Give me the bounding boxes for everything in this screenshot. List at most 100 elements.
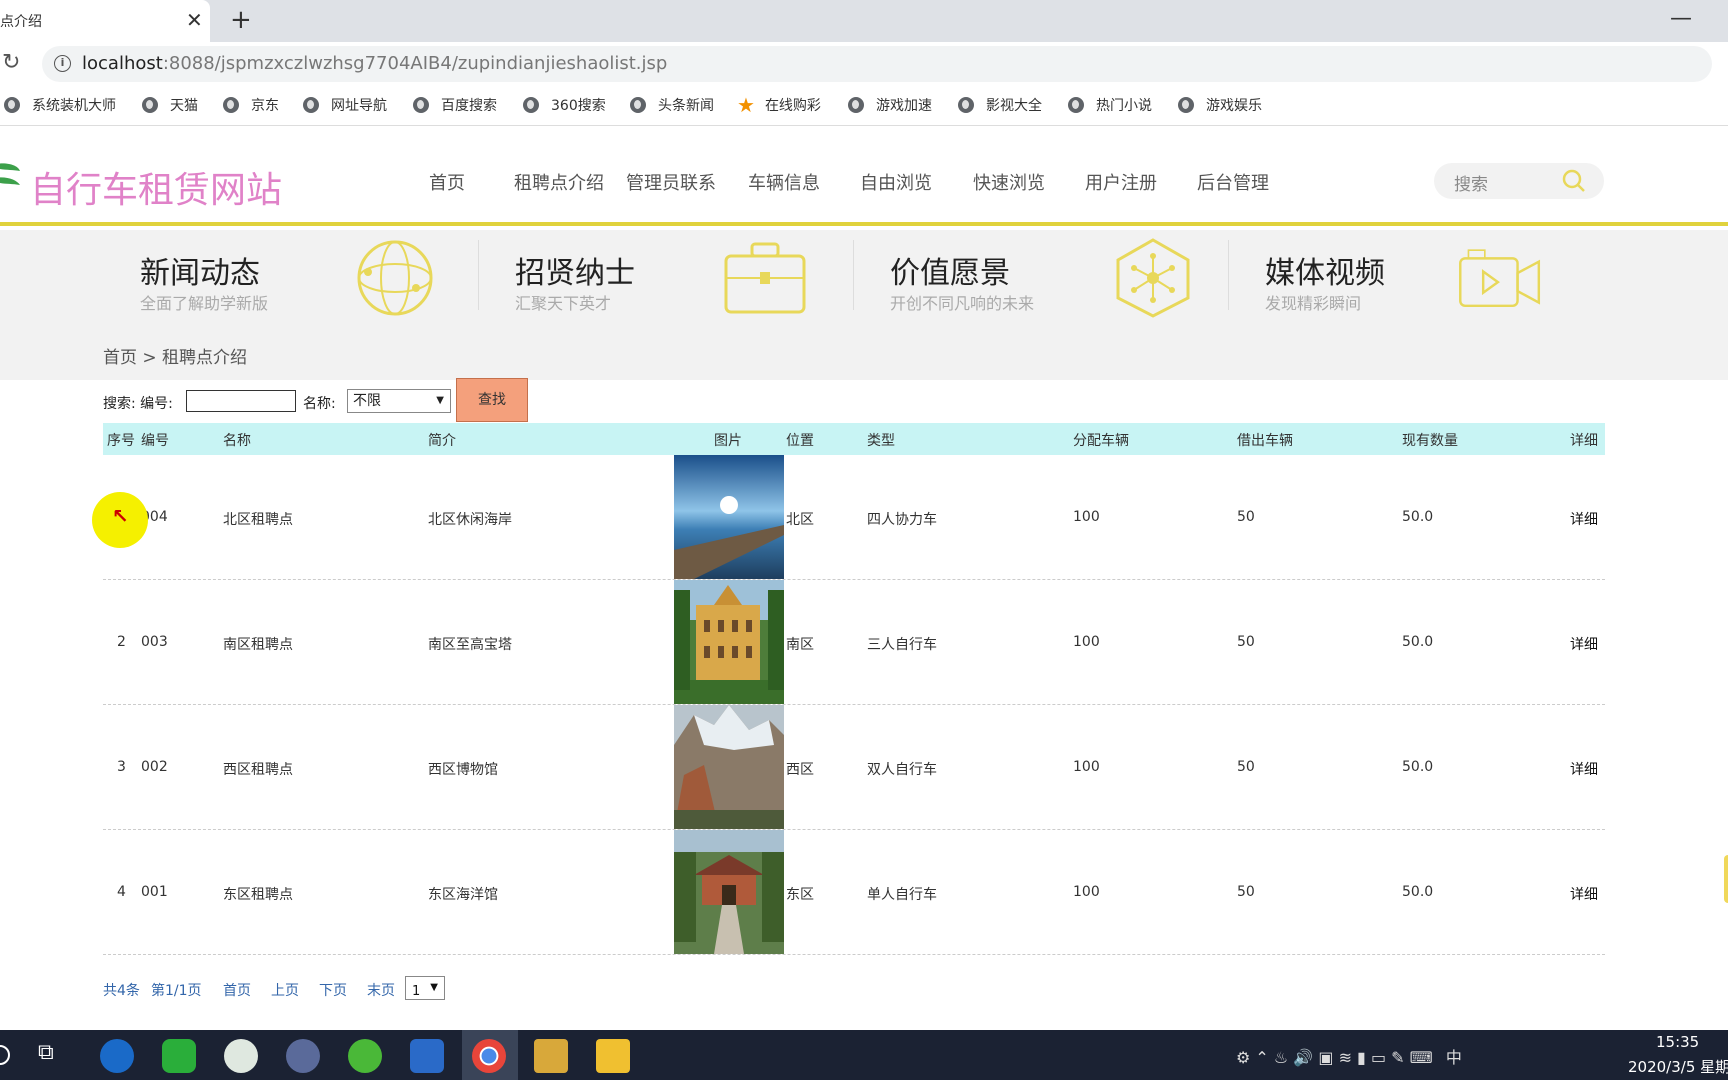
- feature-subtitle: 发现精彩瞬间: [1265, 294, 1362, 313]
- app-icon[interactable]: [286, 1039, 320, 1073]
- pager-prev[interactable]: 上页: [271, 980, 299, 1000]
- feature-vision[interactable]: 价值愿景 开创不同凡响的未来: [890, 238, 1250, 323]
- bookmark-item[interactable]: 头条新闻: [630, 95, 714, 115]
- table-row: 2 003 南区租聘点 南区至高宝塔 南区 三人自行车 100 50 50.0 …: [103, 580, 1605, 705]
- clock-time[interactable]: 15:35: [1656, 1033, 1699, 1051]
- bookmark-item[interactable]: 天猫: [142, 95, 198, 115]
- system-tray: ⚙ ⌃ ♨ 🔊 ▣ ≋ ▮ ▭ ✎ ⌨ 中: [1236, 1044, 1462, 1068]
- divider: [853, 240, 854, 310]
- cell-available: 50.0: [1402, 509, 1434, 525]
- rental-point-image: [674, 580, 784, 704]
- app-icon[interactable]: [348, 1039, 382, 1073]
- tools-icon[interactable]: [534, 1039, 568, 1073]
- table-row: 1 004 北区租聘点 北区休闲海岸 北区 四人协力车 100 50 50.0 …: [103, 455, 1605, 580]
- cell-name: 西区租聘点: [223, 762, 293, 778]
- start-icon[interactable]: [0, 1045, 10, 1065]
- close-tab-icon[interactable]: ✕: [186, 8, 203, 32]
- code-input[interactable]: [186, 390, 296, 412]
- wechat-icon[interactable]: [162, 1039, 196, 1073]
- cell-code: 001: [141, 884, 168, 900]
- nav-backend[interactable]: 后台管理: [1197, 169, 1269, 195]
- cursor-highlight: ↖: [92, 492, 148, 548]
- cell-assigned: 100: [1073, 759, 1100, 775]
- bookmark-item[interactable]: 网址导航: [303, 95, 387, 115]
- detail-link[interactable]: 详细: [1570, 884, 1598, 904]
- cell-index: 4: [117, 884, 126, 900]
- nav-home[interactable]: 首页: [429, 169, 465, 195]
- video-camera-icon: [1459, 249, 1541, 308]
- pager-next[interactable]: 下页: [319, 980, 347, 1000]
- search-icon[interactable]: [1562, 169, 1586, 193]
- clock-date[interactable]: 2020/3/5 星期: [1628, 1056, 1728, 1077]
- taskbar: ⧉ ⚙ ⌃ ♨ 🔊 ▣ ≋ ▮ ▭ ✎ ⌨ 中 15:35 2020/3/5 星…: [0, 1030, 1728, 1080]
- globe-icon: [223, 97, 239, 113]
- bookmark-item[interactable]: 系统装机大师: [4, 95, 116, 115]
- bookmark-item[interactable]: 影视大全: [958, 95, 1042, 115]
- tray-icons[interactable]: ⚙ ⌃ ♨ 🔊 ▣ ≋ ▮ ▭ ✎ ⌨: [1236, 1048, 1433, 1067]
- feature-media[interactable]: 媒体视频 发现精彩瞬间: [1265, 238, 1625, 323]
- url-host: localhost: [82, 53, 163, 74]
- address-bar[interactable]: i localhost:8088/jspmzxczlwzhsg7704AIB4/…: [42, 46, 1712, 82]
- folder-icon[interactable]: [596, 1039, 630, 1073]
- cell-available: 50.0: [1402, 884, 1434, 900]
- table-header: 序号 编号 名称 简介 图片 位置 类型 分配车辆 借出车辆 现有数量 详细: [103, 423, 1605, 455]
- info-icon[interactable]: i: [54, 55, 71, 72]
- site-title[interactable]: 自行车租赁网站: [30, 161, 282, 213]
- star-icon: ★: [737, 93, 755, 117]
- nav-admin-contact[interactable]: 管理员联系: [626, 169, 716, 195]
- feature-title: 招贤纳士: [515, 256, 635, 291]
- leaf-logo-icon: [0, 163, 20, 185]
- pager-last[interactable]: 末页: [367, 980, 395, 1000]
- side-float-tab[interactable]: [1724, 855, 1728, 903]
- bookmark-item[interactable]: 游戏娱乐: [1178, 95, 1262, 115]
- minimize-icon[interactable]: —: [1670, 6, 1692, 31]
- page-select[interactable]: 1 ▼: [405, 976, 445, 1000]
- app-icon[interactable]: [410, 1039, 444, 1073]
- feature-title: 价值愿景: [890, 256, 1010, 291]
- detail-link[interactable]: 详细: [1570, 509, 1598, 529]
- site-search-box[interactable]: 搜索: [1434, 163, 1604, 199]
- nav-free-browse[interactable]: 自由浏览: [860, 169, 932, 195]
- cell-name: 南区租聘点: [223, 637, 293, 653]
- bookmark-item[interactable]: 京东: [223, 95, 279, 115]
- nav-quick-browse[interactable]: 快速浏览: [973, 169, 1045, 195]
- search-code-label: 搜索: 编号:: [103, 396, 173, 412]
- nav-rental-points[interactable]: 租聘点介绍: [514, 169, 604, 195]
- pager-first[interactable]: 首页: [223, 980, 251, 1000]
- bookmark-item[interactable]: ★ 在线购彩: [737, 95, 821, 115]
- bookmark-item[interactable]: 热门小说: [1068, 95, 1152, 115]
- browser-app-icon[interactable]: [100, 1039, 134, 1073]
- divider: [478, 240, 479, 310]
- network-icon: [1116, 238, 1190, 318]
- reload-icon[interactable]: ↻: [2, 50, 20, 75]
- globe-icon: [303, 97, 319, 113]
- name-select[interactable]: 不限 ▼: [347, 389, 451, 413]
- new-tab-icon[interactable]: +: [230, 5, 252, 35]
- search-button[interactable]: 查找: [456, 378, 528, 422]
- breadcrumb[interactable]: 首页 > 租聘点介绍: [103, 343, 247, 368]
- feature-recruitment[interactable]: 招贤纳士 汇聚天下英才: [515, 238, 875, 323]
- cell-lent: 50: [1237, 634, 1255, 650]
- detail-link[interactable]: 详细: [1570, 634, 1598, 654]
- nav-register[interactable]: 用户注册: [1085, 169, 1157, 195]
- app-icon[interactable]: [224, 1039, 258, 1073]
- feature-title: 新闻动态: [140, 256, 260, 291]
- cell-type: 单人自行车: [867, 887, 937, 903]
- feature-subtitle: 汇聚天下英才: [515, 294, 612, 313]
- bookmark-item[interactable]: 百度搜索: [413, 95, 497, 115]
- browser-tab[interactable]: 点介绍 ✕: [0, 0, 210, 42]
- globe-icon: [630, 97, 646, 113]
- nav-vehicle-info[interactable]: 车辆信息: [748, 169, 820, 195]
- browser-tab-bar: 点介绍 ✕ + —: [0, 0, 1728, 42]
- chrome-icon[interactable]: [472, 1039, 506, 1073]
- task-view-icon[interactable]: ⧉: [38, 1040, 72, 1074]
- detail-link[interactable]: 详细: [1570, 759, 1598, 779]
- cell-assigned: 100: [1073, 634, 1100, 650]
- bookmark-item[interactable]: 游戏加速: [848, 95, 932, 115]
- feature-news[interactable]: 新闻动态 全面了解助学新版: [140, 238, 500, 323]
- bookmark-item[interactable]: 360搜索: [523, 95, 606, 115]
- ime-indicator[interactable]: 中: [1446, 1048, 1462, 1067]
- name-select-value: 不限: [353, 393, 381, 409]
- rental-point-image: [674, 455, 784, 579]
- url-text[interactable]: localhost:8088/jspmzxczlwzhsg7704AIB4/zu…: [82, 53, 667, 74]
